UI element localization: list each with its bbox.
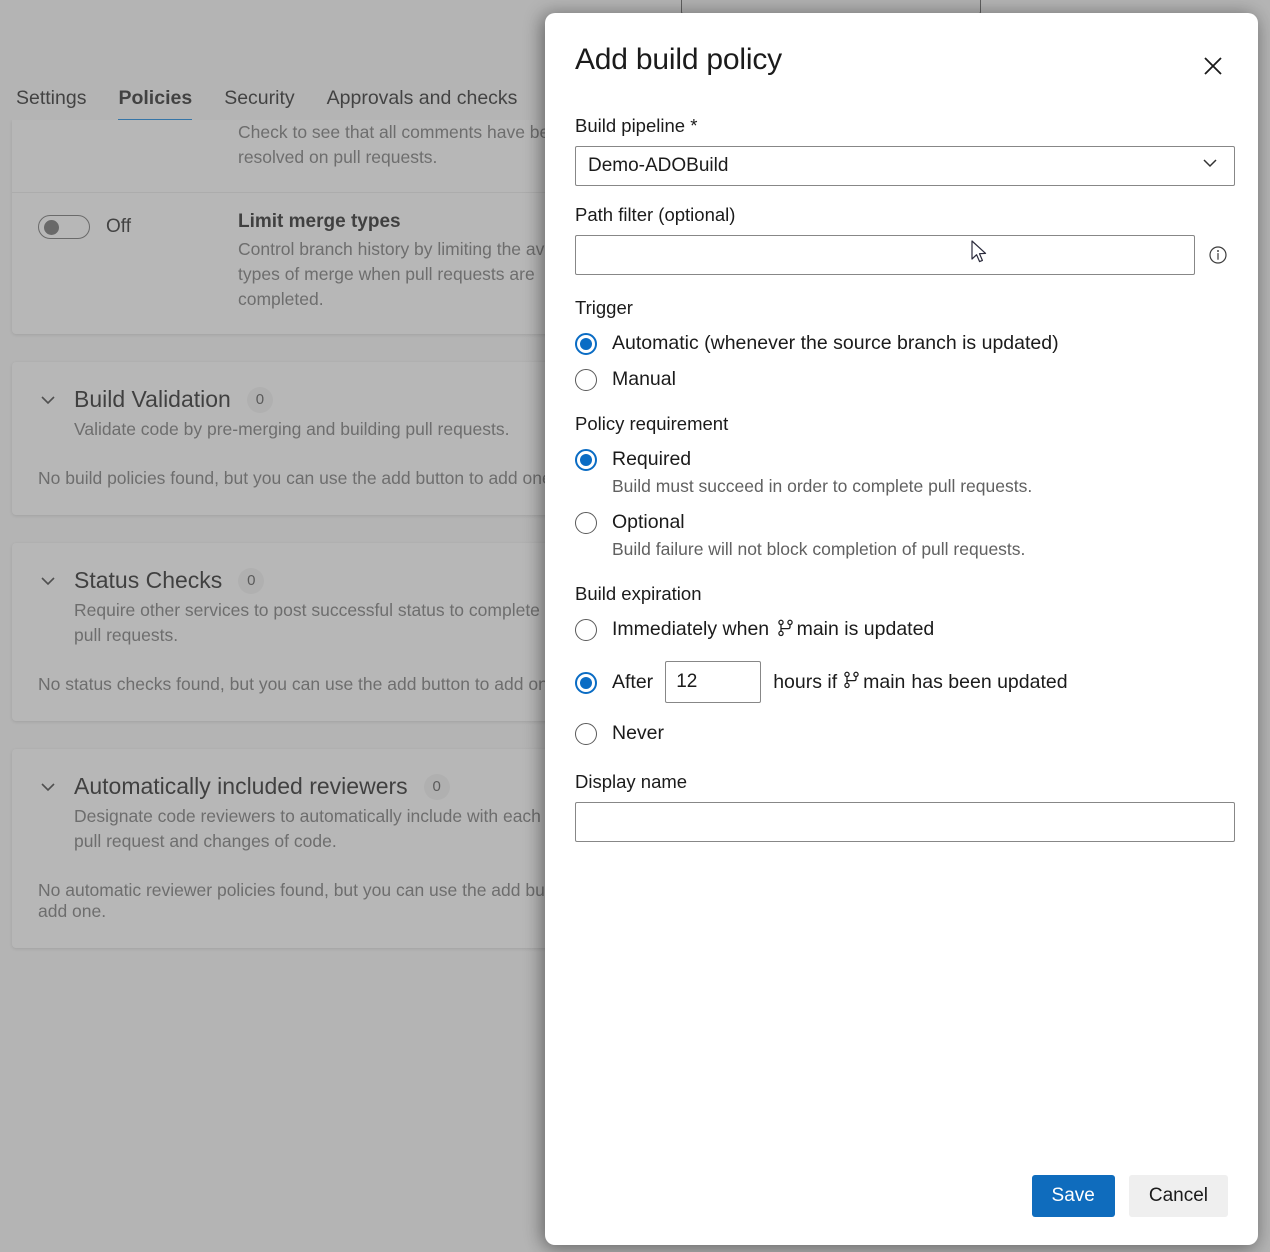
display-name-label: Display name bbox=[575, 771, 1228, 793]
git-branch-icon bbox=[844, 671, 860, 694]
radio-indicator bbox=[575, 512, 597, 534]
radio-label-group: Immediately when main is updated bbox=[612, 617, 934, 643]
section-header-automatic-reviewers[interactable]: Automatically included reviewers 0 bbox=[12, 749, 545, 800]
radio-requirement-optional[interactable]: Optional Build failure will not block co… bbox=[575, 510, 1228, 561]
radio-label: Required bbox=[612, 448, 691, 470]
build-pipeline-label: Build pipeline * bbox=[575, 115, 1228, 137]
radio-requirement-required[interactable]: Required Build must succeed in order to … bbox=[575, 447, 1228, 498]
tab-security-label: Security bbox=[224, 87, 294, 109]
save-button[interactable]: Save bbox=[1032, 1175, 1115, 1217]
radio-label: Never bbox=[612, 721, 664, 745]
section-card-automatic-reviewers: Automatically included reviewers 0 Desig… bbox=[12, 749, 545, 948]
dialog-footer: Save Cancel bbox=[545, 1175, 1258, 1245]
section-empty-message: No build policies found, but you can use… bbox=[12, 442, 545, 515]
cancel-button[interactable]: Cancel bbox=[1129, 1175, 1228, 1217]
section-empty-message: No automatic reviewer policies found, bu… bbox=[12, 854, 545, 948]
policy-requirement-label: Policy requirement bbox=[575, 413, 1228, 435]
git-branch-icon bbox=[778, 619, 794, 643]
section-card-build-validation: Build Validation 0 Validate code by pre-… bbox=[12, 362, 545, 515]
radio-trigger-automatic[interactable]: Automatic (whenever the source branch is… bbox=[575, 331, 1228, 355]
tab-approvals-label: Approvals and checks bbox=[327, 87, 518, 109]
radio-label: Optional bbox=[612, 511, 685, 533]
section-header-build-validation[interactable]: Build Validation 0 bbox=[12, 362, 545, 413]
immediately-suffix: is updated bbox=[844, 618, 934, 640]
policy-row-comment-resolution[interactable]: Check to see that all comments have been… bbox=[12, 120, 545, 192]
policy-text: Limit merge types Control branch history… bbox=[238, 211, 545, 312]
policy-text: Check to see that all comments have been… bbox=[238, 120, 545, 170]
after-suffix: has been updated bbox=[911, 671, 1067, 694]
radio-indicator bbox=[575, 672, 597, 694]
chevron-down-icon[interactable] bbox=[38, 390, 58, 410]
section-description: Validate code by pre-merging and buildin… bbox=[12, 413, 545, 442]
chevron-down-icon[interactable] bbox=[38, 777, 58, 797]
tab-bar: Settings Policies Security Approvals and… bbox=[0, 78, 545, 126]
path-filter-row bbox=[575, 235, 1228, 275]
section-title: Status Checks bbox=[74, 567, 222, 594]
trigger-label: Trigger bbox=[575, 297, 1228, 319]
radio-label: Automatic (whenever the source branch is… bbox=[612, 331, 1059, 355]
section-description: Designate code reviewers to automaticall… bbox=[12, 800, 545, 854]
after-branch: main bbox=[863, 671, 905, 694]
path-filter-input[interactable] bbox=[575, 235, 1195, 275]
immediately-prefix: Immediately when bbox=[612, 618, 769, 640]
dialog-header: Add build policy bbox=[545, 13, 1258, 83]
section-description: Require other services to post successfu… bbox=[12, 594, 545, 648]
background-search-box[interactable] bbox=[681, 0, 981, 14]
tab-settings[interactable]: Settings bbox=[0, 78, 102, 118]
section-empty-message: No status checks found, but you can use … bbox=[12, 648, 545, 721]
policy-row-limit-merge-types[interactable]: Off Limit merge types Control branch his… bbox=[12, 192, 545, 334]
expiration-hours-input[interactable] bbox=[665, 661, 761, 703]
after-mid: hours if bbox=[773, 671, 837, 694]
after-prefix: After bbox=[612, 671, 653, 694]
tab-security[interactable]: Security bbox=[208, 78, 310, 118]
section-count-badge: 0 bbox=[247, 387, 273, 413]
comment-toggle-wrap bbox=[38, 120, 238, 124]
limit-merge-toggle[interactable] bbox=[38, 215, 90, 239]
toggle-state-label: Off bbox=[106, 216, 131, 238]
radio-indicator bbox=[575, 449, 597, 471]
info-icon[interactable] bbox=[1208, 245, 1228, 265]
radio-sublabel: Build must succeed in order to complete … bbox=[612, 474, 1032, 498]
radio-indicator bbox=[575, 369, 597, 391]
policies-content: Check to see that all comments have been… bbox=[0, 120, 545, 1252]
radio-expiration-never[interactable]: Never bbox=[575, 721, 1228, 745]
radio-indicator bbox=[575, 333, 597, 355]
dialog-body: Build pipeline * Demo-ADOBuild Path filt… bbox=[545, 83, 1258, 1175]
policy-desc: Control branch history by limiting the a… bbox=[238, 237, 545, 312]
section-count-badge: 0 bbox=[238, 568, 264, 594]
build-pipeline-value: Demo-ADOBuild bbox=[588, 155, 728, 177]
close-icon[interactable] bbox=[1196, 49, 1230, 83]
dialog-title: Add build policy bbox=[575, 43, 782, 77]
radio-indicator bbox=[575, 723, 597, 745]
section-card-status-checks: Status Checks 0 Require other services t… bbox=[12, 543, 545, 721]
tab-policies-label: Policies bbox=[118, 87, 192, 109]
display-name-input[interactable] bbox=[575, 802, 1235, 842]
section-title: Build Validation bbox=[74, 386, 231, 413]
toggle-knob bbox=[44, 220, 59, 235]
limit-merge-toggle-wrap: Off bbox=[38, 211, 238, 239]
section-header-status-checks[interactable]: Status Checks 0 bbox=[12, 543, 545, 594]
radio-indicator bbox=[575, 619, 597, 641]
radio-sublabel: Build failure will not block completion … bbox=[612, 537, 1025, 561]
add-build-policy-dialog: Add build policy Build pipeline * Demo-A… bbox=[545, 13, 1258, 1245]
screen: Settings Policies Security Approvals and… bbox=[0, 0, 1270, 1252]
radio-expiration-immediately[interactable]: Immediately when main is updated bbox=[575, 617, 1228, 643]
policy-title: Limit merge types bbox=[238, 211, 545, 233]
radio-label: Manual bbox=[612, 367, 676, 391]
tab-settings-label: Settings bbox=[16, 87, 86, 109]
section-title: Automatically included reviewers bbox=[74, 773, 408, 800]
chevron-down-icon bbox=[1200, 153, 1220, 179]
immediately-branch: main bbox=[797, 618, 839, 640]
radio-trigger-manual[interactable]: Manual bbox=[575, 367, 1228, 391]
chevron-down-icon[interactable] bbox=[38, 571, 58, 591]
radio-expiration-after[interactable]: After hours if main has been updated bbox=[575, 661, 1228, 703]
path-filter-label: Path filter (optional) bbox=[575, 204, 1228, 226]
policy-desc: Check to see that all comments have been… bbox=[238, 120, 545, 170]
policy-card-merge: Check to see that all comments have been… bbox=[12, 120, 545, 334]
tab-policies[interactable]: Policies bbox=[102, 78, 208, 118]
tab-approvals-and-checks[interactable]: Approvals and checks bbox=[311, 78, 534, 118]
build-pipeline-select[interactable]: Demo-ADOBuild bbox=[575, 146, 1235, 186]
build-expiration-label: Build expiration bbox=[575, 583, 1228, 605]
section-count-badge: 0 bbox=[424, 774, 450, 800]
